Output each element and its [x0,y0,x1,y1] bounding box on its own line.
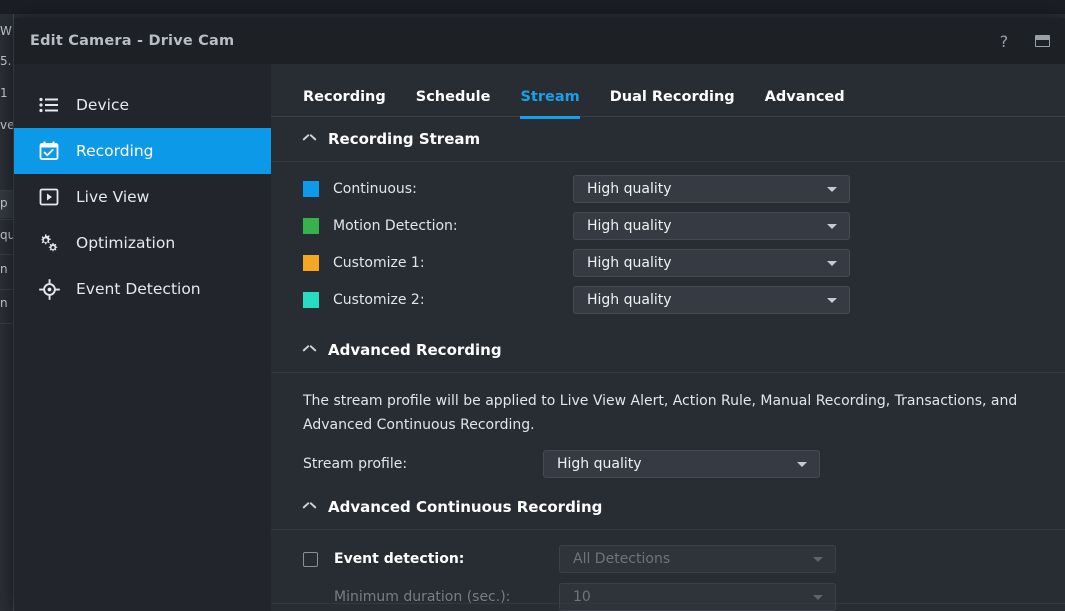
row-label: Stream profile: [303,456,543,472]
select-value: High quality [557,456,642,472]
dialog-body: Device Recording [14,64,1065,611]
sidebar-item-label: Event Detection [76,280,201,298]
window-glyph [1035,35,1050,47]
sidebar-item-label: Optimization [76,234,175,252]
gears-icon [38,232,60,254]
window-icon[interactable] [1025,24,1059,58]
row-label: Event detection: [334,551,559,567]
select-minimum-duration[interactable]: 10 [559,583,836,611]
tab-dual-recording[interactable]: Dual Recording [610,89,735,119]
select-customize-2-quality[interactable]: High quality [573,286,850,314]
chevron-up-icon [303,135,316,144]
dialog-content: Recording Schedule Stream Dual Recording… [271,64,1065,611]
section-title: Advanced Recording [328,341,502,359]
row-label: Customize 2: [333,292,573,308]
select-customize-1-quality[interactable]: High quality [573,249,850,277]
tab-advanced[interactable]: Advanced [765,89,845,119]
chevron-up-icon [303,346,316,355]
chevron-down-icon [827,187,837,192]
dialog-sidebar: Device Recording [14,64,271,611]
row-motion-detection: Motion Detection: High quality [271,207,1065,244]
chevron-down-icon [813,557,823,562]
tab-schedule[interactable]: Schedule [416,89,491,119]
sidebar-item-optimization[interactable]: Optimization [14,220,271,266]
list-icon [38,94,60,116]
dialog-title: Edit Camera - Drive Cam [30,33,234,49]
chevron-down-icon [827,261,837,266]
color-swatch-motion-detection [303,218,319,234]
section-header-recording-stream[interactable]: Recording Stream [271,117,1065,161]
select-value: High quality [587,255,672,271]
row-customize-2: Customize 2: High quality [271,281,1065,318]
row-customize-1: Customize 1: High quality [271,244,1065,281]
content-bottom-divider [271,603,1065,604]
select-value: High quality [587,292,672,308]
chevron-down-icon [797,462,807,467]
sidebar-item-event-detection[interactable]: Event Detection [14,266,271,312]
select-stream-profile[interactable]: High quality [543,450,820,478]
section-header-advanced-continuous-recording[interactable]: Advanced Continuous Recording [271,485,1065,529]
row-label: Motion Detection: [333,218,573,234]
recording-stream-rows: Continuous: High quality Motion Detectio… [271,162,1065,328]
row-continuous: Continuous: High quality [271,170,1065,207]
tab-stream[interactable]: Stream [520,89,579,119]
background-topbar [0,0,1065,14]
color-swatch-customize-1 [303,255,319,271]
row-minimum-duration: Minimum duration (sec.): 10 [271,578,1065,611]
section-title: Recording Stream [328,130,480,148]
sidebar-item-live-view[interactable]: Live View [14,174,271,220]
crosshair-icon [38,278,60,300]
sidebar-item-label: Recording [76,142,154,160]
edit-camera-dialog: Edit Camera - Drive Cam ? [14,18,1065,611]
chevron-down-icon [827,224,837,229]
chevron-down-icon [813,595,823,600]
row-label: Continuous: [333,181,573,197]
dialog-title-actions: ? [987,18,1059,64]
select-value: High quality [587,218,672,234]
select-motion-detection-quality[interactable]: High quality [573,212,850,240]
row-label: Customize 1: [333,255,573,271]
sidebar-item-recording[interactable]: Recording [14,128,271,174]
spacer [271,530,1065,540]
select-value: High quality [587,181,672,197]
help-icon[interactable]: ? [987,24,1021,58]
event-detection-checkbox[interactable] [303,552,318,567]
row-event-detection: Event detection: All Detections [271,540,1065,578]
tab-recording[interactable]: Recording [303,89,386,119]
select-continuous-quality[interactable]: High quality [573,175,850,203]
advanced-recording-description: The stream profile will be applied to Li… [271,373,1041,443]
color-swatch-customize-2 [303,292,319,308]
chevron-down-icon [827,298,837,303]
color-swatch-continuous [303,181,319,197]
chevron-up-icon [303,503,316,512]
section-title: Advanced Continuous Recording [328,498,602,516]
sidebar-item-label: Device [76,96,129,114]
sidebar-item-label: Live View [76,188,149,206]
play-box-icon [38,186,60,208]
dialog-titlebar: Edit Camera - Drive Cam ? [14,18,1065,64]
calendar-check-icon [38,140,60,162]
select-value: All Detections [573,551,670,567]
sidebar-item-device[interactable]: Device [14,82,271,128]
select-event-detection[interactable]: All Detections [559,545,836,573]
section-header-advanced-recording[interactable]: Advanced Recording [271,328,1065,372]
screen: W 5. 1 ve p qu n n Edit Camera - Drive C… [0,0,1065,611]
tab-bar: Recording Schedule Stream Dual Recording… [271,64,1065,116]
row-stream-profile: Stream profile: High quality [271,443,1065,485]
